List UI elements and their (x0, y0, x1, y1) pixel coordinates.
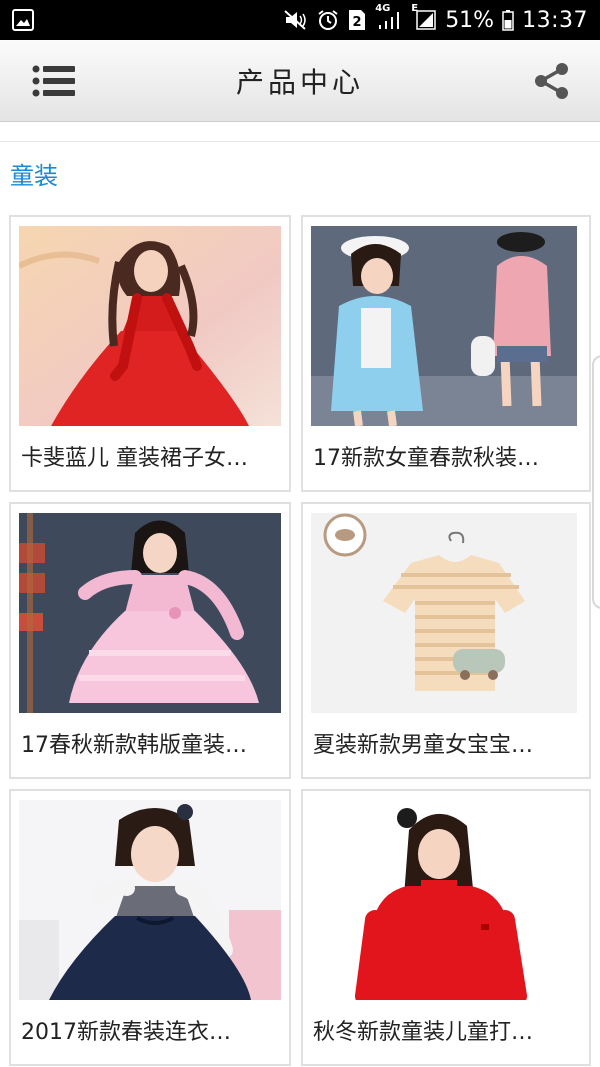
product-name: 卡斐蓝儿 童装裙子女… (21, 446, 248, 471)
product-card[interactable]: 秋冬新款童装儿童打… (301, 789, 591, 1066)
menu-icon (32, 65, 75, 96)
network-type-label: E (411, 3, 419, 14)
clock: 13:37 (522, 7, 588, 33)
product-image-pink-dress (19, 513, 281, 713)
sim-number: 2 (353, 15, 362, 30)
category-title[interactable]: 童装 (0, 142, 600, 204)
product-image-red-dress (19, 226, 281, 426)
signal-e-icon: E (411, 3, 437, 31)
status-bar: 2 4G E 51% 13:37 (0, 0, 600, 40)
product-name: 秋冬新款童装儿童打… (313, 1020, 534, 1045)
share-icon (535, 62, 568, 99)
product-name: 2017新款春装连衣… (21, 1020, 231, 1045)
signal-4g-icon: 4G (375, 3, 403, 31)
product-center-content: 童装 卡斐蓝儿 童装裙子女… 17新款女童春款秋装… 17春秋新款韩版童装… 夏… (0, 123, 600, 1067)
product-card[interactable]: 夏装新款男童女宝宝… (301, 502, 591, 779)
product-image-navy-dress (19, 800, 281, 1000)
product-image-tshirt (311, 513, 581, 713)
network-label: 4G (375, 3, 391, 14)
product-card[interactable]: 17新款女童春款秋装… (301, 215, 591, 492)
alarm-icon (317, 9, 339, 31)
gallery-icon (12, 9, 34, 31)
share-button[interactable] (526, 55, 578, 107)
product-image-red-sweater (311, 800, 581, 1000)
battery-percent: 51% (445, 7, 495, 33)
product-name: 17新款女童春款秋装… (313, 446, 539, 471)
product-card[interactable]: 卡斐蓝儿 童装裙子女… (9, 215, 291, 492)
product-name: 夏装新款男童女宝宝… (313, 733, 534, 758)
product-grid: 卡斐蓝儿 童装裙子女… 17新款女童春款秋装… 17春秋新款韩版童装… 夏装新款… (9, 215, 591, 1066)
scroll-indicator[interactable] (592, 355, 600, 609)
product-card[interactable]: 17春秋新款韩版童装… (9, 502, 291, 779)
product-image-jackets (311, 226, 581, 426)
product-name: 17春秋新款韩版童装… (21, 733, 247, 758)
page-title: 产品中心 (235, 65, 364, 99)
app-header: 产品中心 (0, 40, 600, 122)
menu-button[interactable] (28, 55, 80, 107)
product-card[interactable]: 2017新款春装连衣… (9, 789, 291, 1066)
top-divider (0, 123, 600, 142)
mute-icon (283, 9, 309, 31)
sim-icon: 2 (347, 9, 367, 31)
battery-icon (502, 9, 514, 31)
